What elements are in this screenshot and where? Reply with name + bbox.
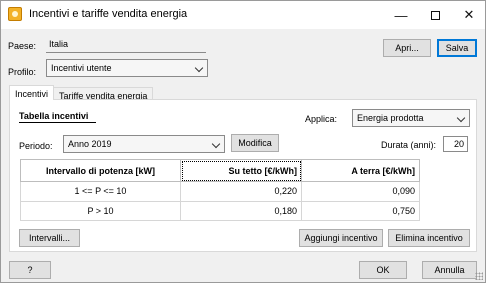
table-cell[interactable]: 0,090: [301, 181, 420, 202]
table-cell[interactable]: 0,750: [301, 200, 420, 221]
modifica-button[interactable]: Modifica: [231, 134, 279, 152]
section-divider: [19, 122, 96, 123]
paese-field[interactable]: Italia: [46, 37, 206, 53]
table-cell[interactable]: 1 <= P <= 10: [20, 181, 181, 202]
column-header-a-terra[interactable]: A terra [€/kWh]: [301, 159, 420, 182]
aggiungi-incentivo-button[interactable]: Aggiungi incentivo: [299, 229, 383, 247]
paese-label: Paese:: [8, 41, 37, 51]
durata-field[interactable]: 20: [443, 136, 468, 152]
title-bar: Incentivi e tariffe vendita energia — ✕: [1, 1, 485, 29]
table-row[interactable]: P > 10 0,180 0,750: [20, 200, 420, 221]
intervalli-button[interactable]: Intervalli...: [19, 229, 80, 247]
chevron-down-icon: [194, 63, 204, 73]
table-cell[interactable]: 0,220: [180, 181, 302, 202]
periodo-select[interactable]: Anno 2019: [63, 135, 225, 153]
section-title: Tabella incentivi: [19, 111, 89, 121]
periodo-label: Periodo:: [19, 141, 53, 151]
chevron-down-icon: [211, 139, 221, 149]
table-cell[interactable]: P > 10: [20, 200, 181, 221]
durata-label: Durata (anni):: [381, 140, 437, 150]
help-button[interactable]: ?: [9, 261, 51, 279]
table-cell[interactable]: 0,180: [180, 200, 302, 221]
maximize-icon[interactable]: [418, 1, 452, 29]
elimina-incentivo-button[interactable]: Elimina incentivo: [388, 229, 470, 247]
ok-button[interactable]: OK: [359, 261, 407, 279]
apri-button[interactable]: Apri...: [383, 39, 431, 57]
applica-select[interactable]: Energia prodotta: [352, 109, 470, 127]
incentivi-table: Intervallo di potenza [kW] Su tetto [€/k…: [20, 159, 420, 221]
applica-label: Applica:: [305, 114, 338, 124]
annulla-button[interactable]: Annulla: [422, 261, 477, 279]
tab-incentivi[interactable]: Incentivi: [9, 85, 55, 100]
table-row[interactable]: 1 <= P <= 10 0,220 0,090: [20, 181, 420, 202]
minimize-icon[interactable]: —: [384, 1, 418, 29]
column-header-intervallo[interactable]: Intervallo di potenza [kW]: [20, 159, 181, 182]
profilo-value: Incentivi utente: [51, 63, 112, 73]
column-header-su-tetto[interactable]: Su tetto [€/kWh]: [180, 159, 302, 182]
profilo-label: Profilo:: [8, 67, 37, 77]
profilo-select[interactable]: Incentivi utente: [46, 59, 208, 77]
salva-button[interactable]: Salva: [437, 39, 477, 57]
app-icon: [8, 7, 22, 21]
window-title: Incentivi e tariffe vendita energia: [29, 8, 188, 20]
applica-value: Energia prodotta: [357, 113, 424, 123]
resize-grip[interactable]: [475, 272, 483, 280]
dialog-window: Incentivi e tariffe vendita energia — ✕ …: [0, 0, 486, 283]
periodo-value: Anno 2019: [68, 139, 112, 149]
chevron-down-icon: [456, 113, 466, 123]
close-icon[interactable]: ✕: [452, 1, 486, 29]
table-header-row: Intervallo di potenza [kW] Su tetto [€/k…: [20, 159, 420, 182]
